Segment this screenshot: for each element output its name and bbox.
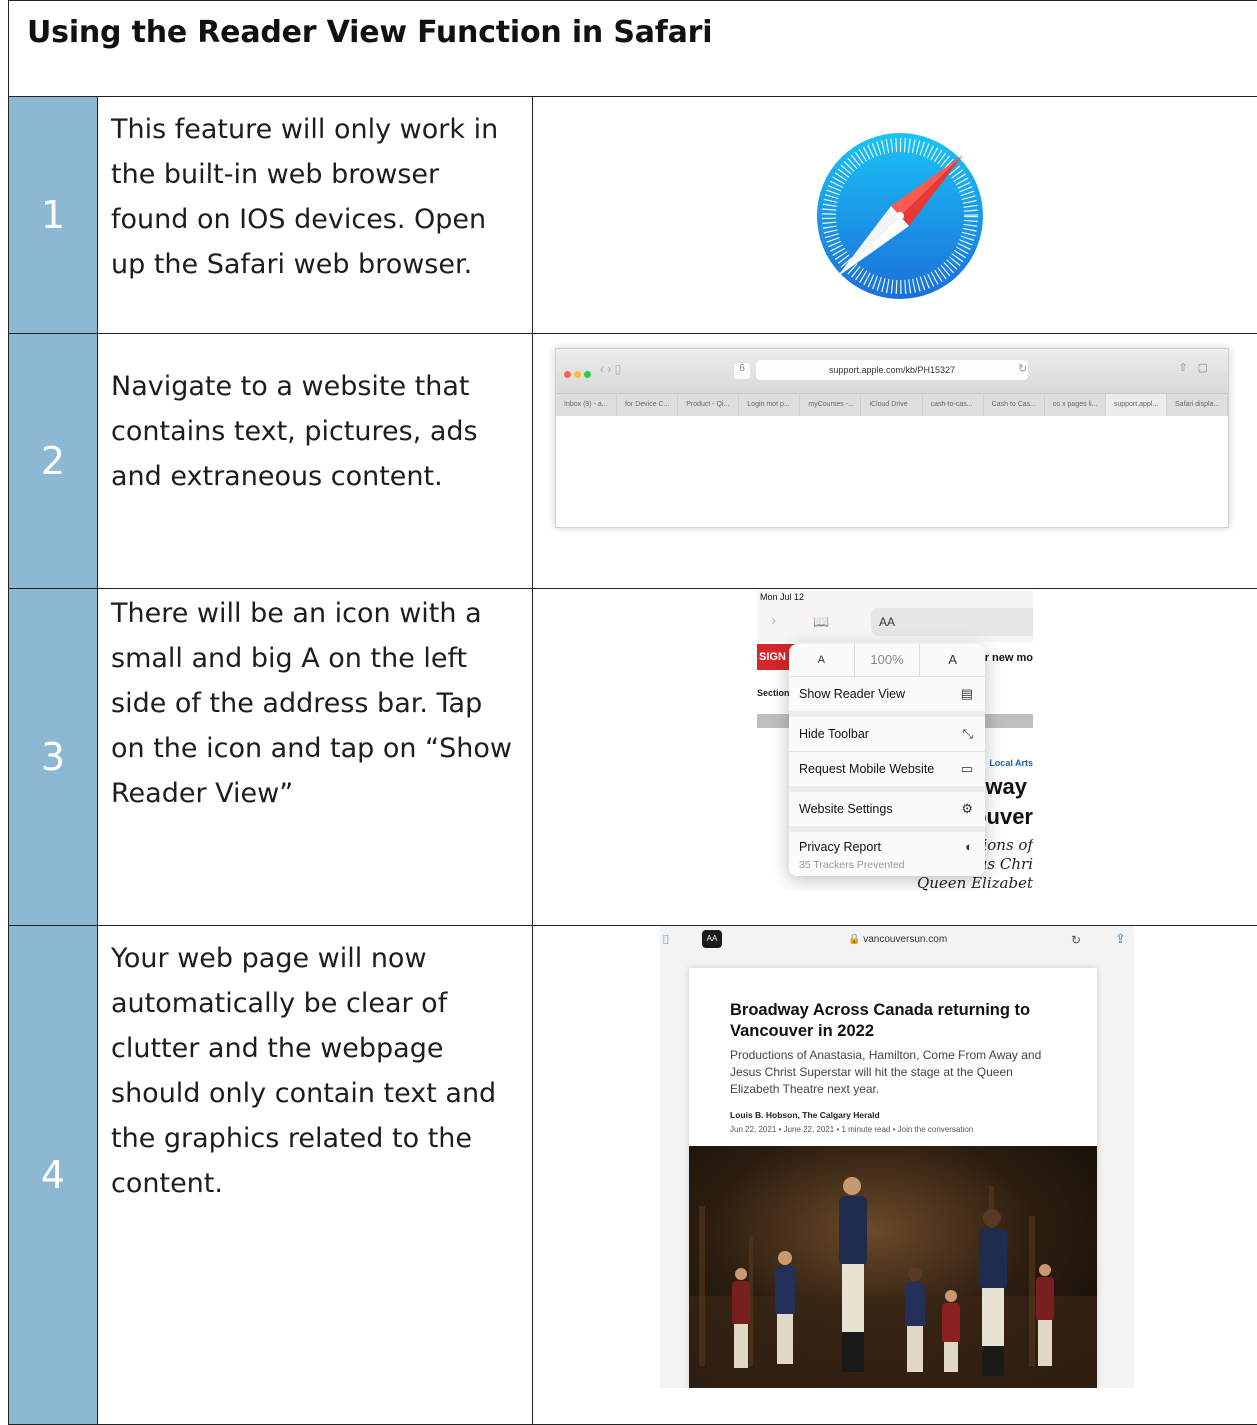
privacy-report-item[interactable]: Privacy Report 35 Trackers Prevented ◐: [789, 832, 985, 876]
step-text: Your web page will now automatically be …: [98, 926, 533, 1425]
page-menu-popover: A 100% A Show Reader View ▤ Hide Toolbar…: [789, 644, 985, 876]
step-number: 2: [9, 334, 98, 589]
article-title: Broadway Across Canada returning to Vanc…: [730, 1000, 1070, 1042]
address-bar[interactable]: support.apple.com/kb/PH15327: [756, 360, 1028, 380]
step-text: There will be an icon with a small and b…: [98, 589, 533, 926]
website-settings-item[interactable]: Website Settings ⚙: [789, 792, 985, 832]
page-text: us Chri: [978, 855, 1033, 873]
bookmark-tab[interactable]: os x pages li...: [1045, 394, 1106, 416]
zoom-level: 100%: [854, 644, 921, 676]
step-row-2: 2 Navigate to a website that contains te…: [9, 334, 1257, 589]
show-reader-view-item[interactable]: Show Reader View ▤: [789, 677, 985, 717]
browser-toolbar: ‹ › ▯ 6 support.apple.com/kb/PH15327 ↻ ⇧…: [556, 349, 1228, 393]
address-bar[interactable]: AA: [871, 608, 1033, 636]
text-size-icon[interactable]: AA: [879, 615, 895, 629]
page-text: Section: [757, 688, 790, 698]
article-author: Louis B. Hobson, The Calgary Herald: [730, 1110, 880, 1120]
share-tabs-icon[interactable]: ⇧▢: [1178, 361, 1218, 374]
reader-menu-screenshot: Mon Jul 12 › 📖 AA SIGN r new mo Section …: [757, 590, 1033, 891]
request-mobile-website-item[interactable]: Request Mobile Website ▭: [789, 752, 985, 792]
page-headline: lway: [979, 774, 1027, 800]
address-bar[interactable]: 🔒 vancouversun.com: [848, 934, 947, 945]
step-number: 4: [9, 926, 98, 1425]
status-date: Mon Jul 12: [760, 592, 804, 602]
bookmark-tab[interactable]: support.appl...: [1106, 394, 1167, 416]
shield-icon: ◐: [965, 838, 973, 856]
share-icon[interactable]: ⇪: [1115, 931, 1126, 947]
bookmark-tab[interactable]: myCourses -...: [800, 394, 861, 416]
step-image-cell: Mon Jul 12 › 📖 AA SIGN r new mo Section …: [533, 589, 1257, 926]
menu-item-label: Request Mobile Website: [799, 762, 934, 776]
bookmark-tab[interactable]: Product - Qi...: [678, 394, 739, 416]
step-image-cell: [533, 97, 1257, 334]
reload-icon[interactable]: ↻: [1071, 933, 1081, 947]
expand-arrows-icon: ⤡: [963, 717, 973, 751]
page-title: Using the Reader View Function in Safari: [9, 1, 1257, 50]
safari-icon: [815, 131, 985, 301]
bookmark-tab[interactable]: iCloud Drive: [861, 394, 922, 416]
browser-window: ‹ › ▯ 6 support.apple.com/kb/PH15327 ↻ ⇧…: [555, 348, 1229, 528]
page-text: Queen Elizabet: [917, 874, 1033, 891]
reader-view-screenshot: ⌷ AA 🔒 vancouversun.com ↻ ⇪ Broadway Acr…: [660, 926, 1134, 1388]
gear-icon: ⚙: [961, 792, 973, 826]
shield-icon[interactable]: 6: [734, 363, 750, 379]
bookmark-tab[interactable]: Cash to Cas...: [984, 394, 1045, 416]
step-number: 1: [9, 97, 98, 334]
text-size-icon[interactable]: AA: [702, 930, 722, 948]
page-text: ions of: [982, 836, 1033, 854]
bookmarks-icon[interactable]: 📖: [813, 614, 829, 630]
trackers-count: 35 Trackers Prevented: [799, 856, 985, 874]
steps-table: Using the Reader View Function in Safari…: [8, 0, 1257, 1425]
menu-item-label: Hide Toolbar: [799, 727, 869, 741]
bookmarks-bar: Inbox (9) - a... for Device C... Product…: [556, 393, 1228, 416]
step-image-cell: ‹ › ▯ 6 support.apple.com/kb/PH15327 ↻ ⇧…: [533, 334, 1257, 589]
device-icon: ▭: [961, 752, 973, 786]
text-size-controls: A 100% A: [789, 644, 985, 677]
document: Using the Reader View Function in Safari…: [8, 0, 1257, 1369]
page-text: r new mo: [985, 652, 1033, 664]
article-photo: [689, 1146, 1097, 1388]
menu-item-label: Privacy Report: [799, 838, 985, 856]
reader-article: Broadway Across Canada returning to Vanc…: [689, 968, 1097, 1388]
menu-item-label: Show Reader View: [799, 687, 905, 701]
url-text: vancouversun.com: [863, 934, 947, 945]
step-row-4: 4 Your web page will now automatically b…: [9, 926, 1257, 1425]
menu-item-label: Website Settings: [799, 802, 893, 816]
bookmarks-icon[interactable]: ⌷: [662, 932, 670, 948]
step-image-cell: ⌷ AA 🔒 vancouversun.com ↻ ⇪ Broadway Acr…: [533, 926, 1257, 1425]
step-number: 3: [9, 589, 98, 926]
header-cell: Using the Reader View Function in Safari: [9, 1, 1257, 97]
hide-toolbar-item[interactable]: Hide Toolbar ⤡: [789, 717, 985, 752]
article-subtitle: Productions of Anastasia, Hamilton, Come…: [730, 1047, 1060, 1098]
back-arrow-icon[interactable]: ›: [771, 612, 776, 630]
reader-icon: ▤: [961, 677, 973, 711]
reload-icon[interactable]: ↻: [1018, 362, 1027, 375]
bookmark-tab[interactable]: Inbox (9) - a...: [556, 394, 617, 416]
nav-arrows-icon[interactable]: ‹ › ▯: [600, 362, 621, 376]
article-meta: Jun 22, 2021 • June 22, 2021 • 1 minute …: [730, 1125, 973, 1134]
step-text: Navigate to a website that contains text…: [98, 334, 533, 589]
page-text: Local Arts: [989, 758, 1033, 768]
step-text: This feature will only work in the built…: [98, 97, 533, 334]
bookmark-tab[interactable]: for Device C...: [617, 394, 678, 416]
smaller-text-button[interactable]: A: [789, 644, 854, 676]
step-row-1: 1 This feature will only work in the bui…: [9, 97, 1257, 334]
window-controls[interactable]: [564, 365, 594, 383]
bookmark-tab[interactable]: Login mot p...: [739, 394, 800, 416]
step-row-3: 3 There will be an icon with a small and…: [9, 589, 1257, 926]
bookmark-tab[interactable]: Safari displa...: [1167, 394, 1228, 416]
larger-text-button[interactable]: A: [920, 644, 985, 676]
bookmark-tab[interactable]: cash-to-cas...: [923, 394, 984, 416]
